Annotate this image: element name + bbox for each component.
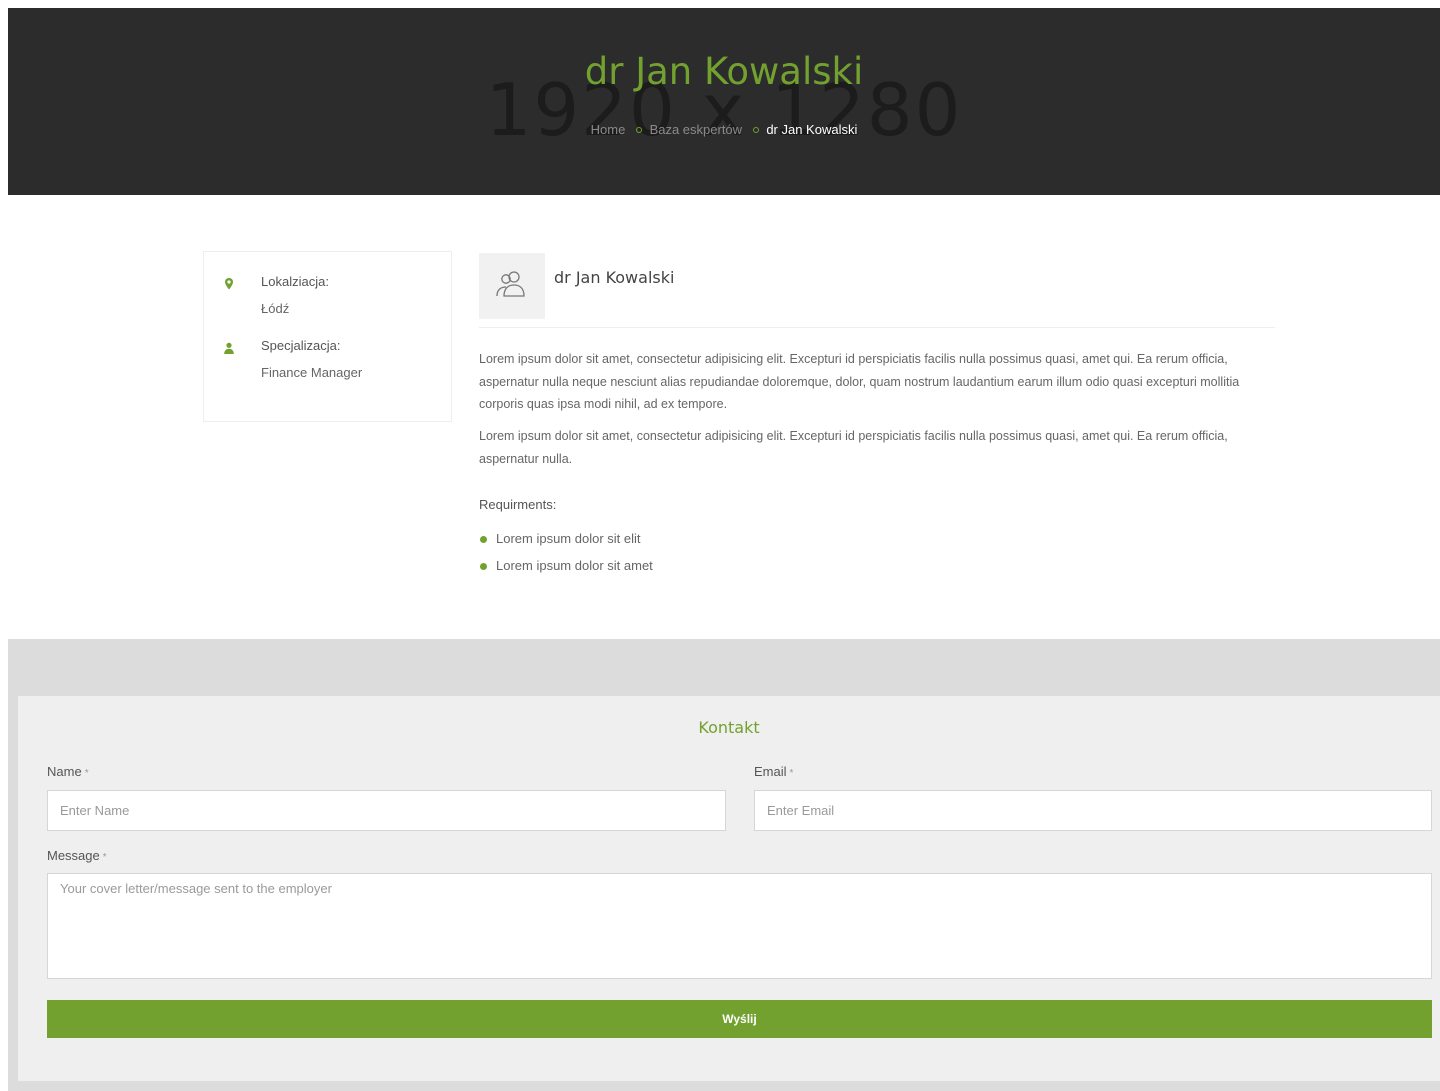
user-icon	[222, 340, 236, 354]
name-label: Name *	[47, 764, 89, 779]
avatar	[479, 253, 545, 319]
requirements-heading: Requirments:	[479, 497, 557, 512]
requirement-text: Lorem ipsum dolor sit elit	[496, 531, 641, 546]
required-marker: *	[102, 852, 107, 863]
location-value: Łódź	[261, 301, 290, 316]
name-input[interactable]	[47, 790, 726, 831]
required-marker: *	[789, 768, 794, 779]
message-label: Message *	[47, 848, 107, 863]
email-input[interactable]	[754, 790, 1432, 831]
bullet-icon	[480, 563, 487, 570]
contact-form: Kontakt Name* Email* Message* Wyślij	[18, 696, 1440, 1081]
name-label-text: Name	[47, 764, 82, 779]
page-header: 1920 x 1280 dr Jan Kowalski Home Baza es…	[8, 8, 1440, 195]
list-item: Lorem ipsum dolor sit elit	[479, 529, 653, 556]
contact-title: Kontakt	[698, 718, 760, 737]
message-textarea[interactable]	[47, 873, 1432, 979]
requirements-list: Lorem ipsum dolor sit elit Lorem ipsum d…	[479, 529, 653, 583]
divider	[479, 327, 1275, 328]
breadcrumb-home-link[interactable]: Home	[591, 122, 626, 137]
list-item: Lorem ipsum dolor sit amet	[479, 556, 653, 583]
breadcrumb-separator-icon	[635, 127, 642, 134]
breadcrumb-separator-icon	[752, 127, 759, 134]
email-label: Email *	[754, 764, 793, 779]
bio-paragraph: Lorem ipsum dolor sit amet, consectetur …	[479, 429, 1228, 466]
expert-info-box: Lokalziacja: Łódź Specjalizacja: Finance…	[203, 251, 452, 422]
breadcrumb-experts-link[interactable]: Baza eskpertów	[650, 122, 743, 137]
map-marker-icon	[222, 276, 236, 290]
bio-paragraph: Lorem ipsum dolor sit amet, consectetur …	[479, 352, 1240, 411]
expert-name: dr Jan Kowalski	[554, 268, 675, 287]
location-label: Lokalziacja:	[261, 274, 329, 289]
specialization-value: Finance Manager	[261, 365, 363, 380]
email-label-text: Email	[754, 764, 787, 779]
requirement-text: Lorem ipsum dolor sit amet	[496, 558, 653, 573]
bullet-icon	[480, 536, 487, 543]
message-label-text: Message	[47, 848, 100, 863]
required-marker: *	[84, 768, 89, 779]
send-button[interactable]: Wyślij	[47, 1000, 1432, 1038]
breadcrumb: Home Baza eskpertów dr Jan Kowalski	[8, 122, 1440, 137]
users-icon	[494, 269, 530, 303]
specialization-label: Specjalizacja:	[261, 338, 341, 353]
page-title: dr Jan Kowalski	[584, 50, 864, 93]
breadcrumb-current: dr Jan Kowalski	[766, 122, 858, 137]
